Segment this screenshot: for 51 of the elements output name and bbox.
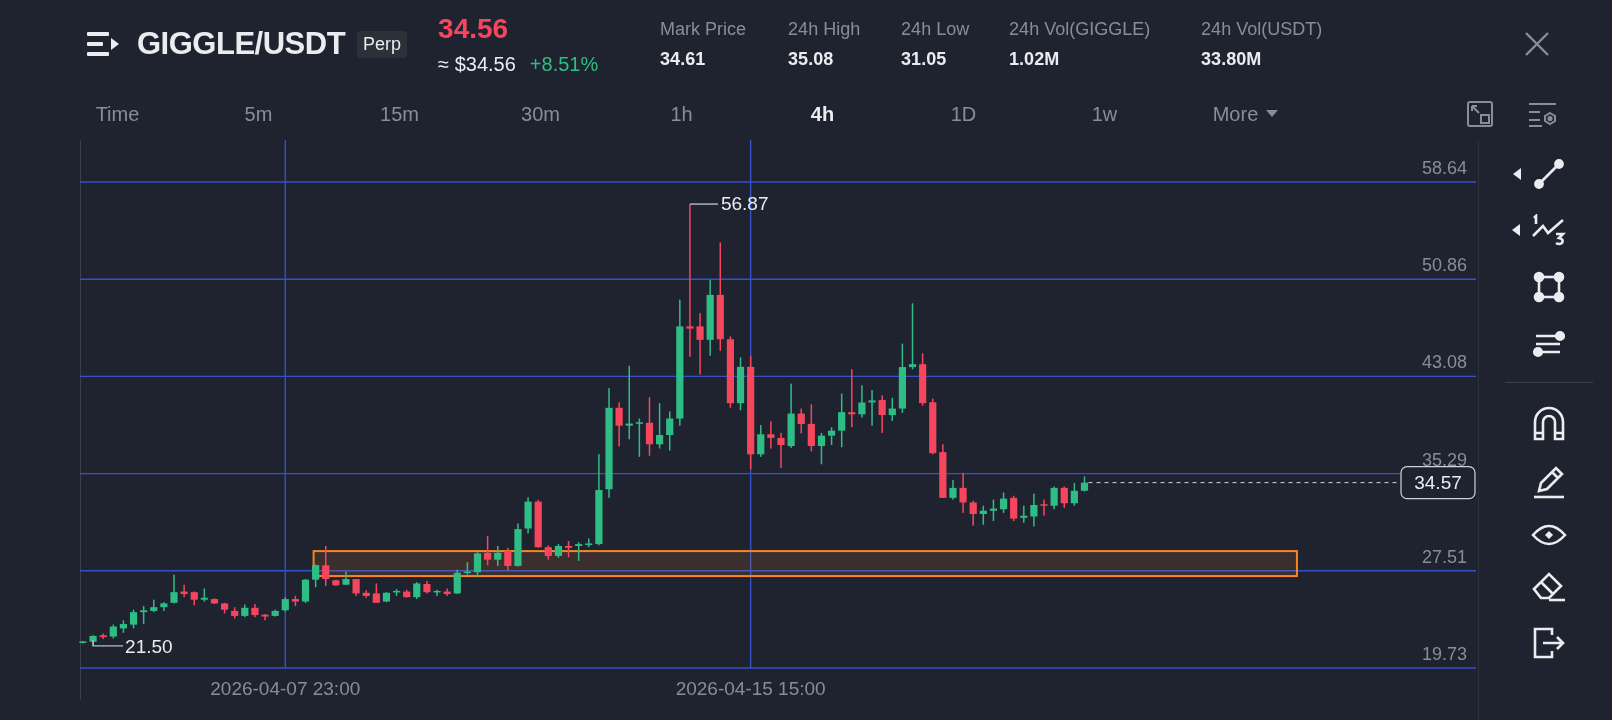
axis-label: 2026-04-07 23:00 [210, 678, 361, 699]
stat-label: 24h High [788, 18, 862, 40]
stat-label: Mark Price [660, 18, 748, 40]
axis-label: 58.64 [1421, 158, 1467, 178]
zone-rectangle[interactable] [312, 550, 1298, 578]
more-menu[interactable]: More [1212, 98, 1279, 130]
line-tool-icon[interactable] [1532, 158, 1565, 190]
stat-label: 24h Vol(USDT) [1201, 18, 1323, 40]
axis-label: 43.08 [1421, 352, 1467, 373]
axis-label: 50.86 [1421, 255, 1467, 276]
stat-label: 24h Vol(GIGGLE) [1009, 18, 1152, 40]
interval-tab[interactable]: 30m [521, 98, 560, 130]
caret-icon [1266, 110, 1279, 118]
chart-settings-icon[interactable] [1528, 101, 1558, 127]
interval-tab[interactable]: 15m [380, 98, 419, 130]
axis-label: 27.51 [1421, 546, 1467, 567]
fibonacci-tool-icon[interactable] [1531, 214, 1566, 246]
stat-value: 35.08 [788, 48, 835, 70]
axis-label: 19.73 [1421, 644, 1467, 664]
interval-tab[interactable]: 1h [670, 98, 693, 130]
submenu-caret-icon[interactable] [1512, 168, 1521, 180]
rectangle-tool-icon[interactable] [1531, 270, 1566, 304]
eraser-icon[interactable] [1530, 571, 1567, 603]
stat-value: 34.61 [660, 48, 707, 70]
low-price-label: 21.50 [125, 635, 173, 657]
leader-line [689, 203, 719, 205]
stat-value: 33.80M [1201, 48, 1263, 70]
menu-icon[interactable] [87, 31, 121, 57]
stat-label: 24h Low [901, 18, 971, 40]
interval-tab[interactable]: 4h [810, 98, 835, 130]
contract-tag: Perp [357, 30, 408, 58]
pencil-icon[interactable] [1531, 465, 1566, 499]
magnet-icon[interactable] [1531, 405, 1566, 441]
interval-tab[interactable]: Time [95, 98, 140, 130]
symbol-title[interactable]: GIGGLE/USDT [137, 26, 346, 62]
stat-value: 31.05 [901, 48, 948, 70]
fiat-price: ≈ $34.56 [438, 52, 516, 76]
last-price-tag: 34.57 [1400, 466, 1476, 500]
eye-icon[interactable] [1530, 523, 1567, 547]
interval-tab[interactable]: 1D [950, 98, 977, 130]
last-price: 34.56 [438, 12, 510, 45]
submenu-caret-icon[interactable] [1511, 224, 1520, 236]
parallel-lines-tool-icon[interactable] [1531, 328, 1566, 360]
leader-line [92, 639, 124, 647]
exit-icon[interactable] [1531, 627, 1566, 659]
price-change: +8.51% [529, 52, 599, 76]
interval-tab[interactable]: 5m [244, 98, 273, 130]
fullscreen-icon[interactable] [1466, 100, 1494, 128]
axis-label: 2026-04-15 15:00 [675, 678, 826, 699]
stat-value: 1.02M [1009, 48, 1061, 70]
interval-tab[interactable]: 1w [1091, 98, 1118, 130]
